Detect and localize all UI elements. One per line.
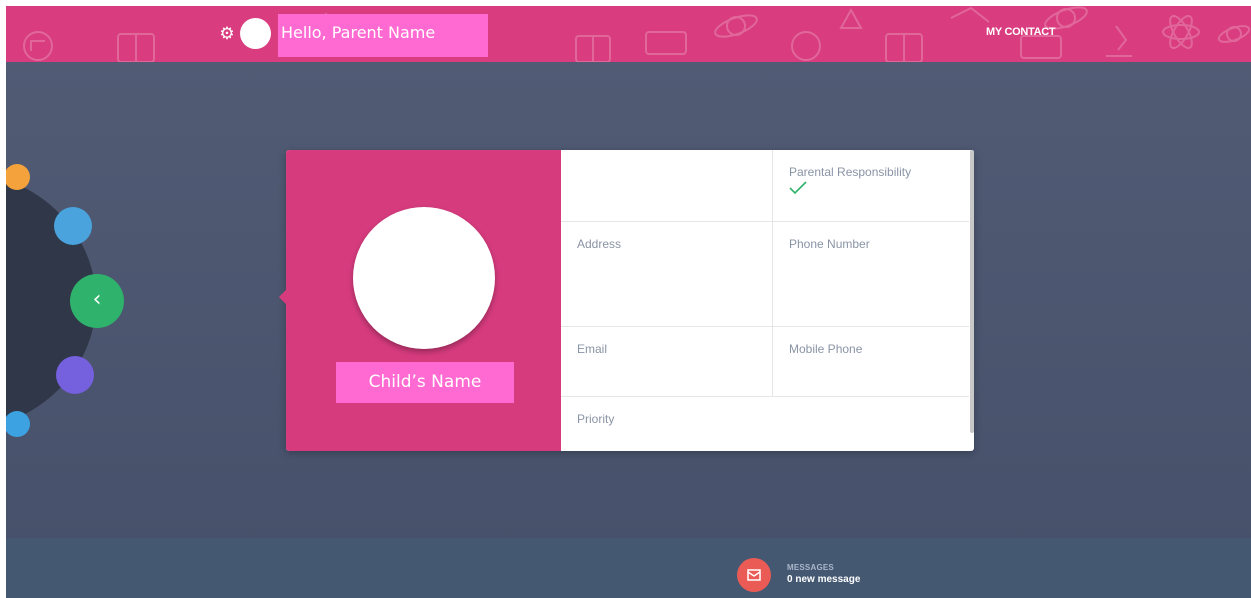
empty-cell — [561, 150, 773, 222]
child-panel: Child’s Name — [286, 150, 561, 451]
parental-responsibility-label: Parental Responsibility — [789, 165, 912, 179]
priority-label: Priority — [577, 412, 615, 426]
mail-icon — [747, 569, 761, 581]
messages-count: 0 new message — [787, 574, 861, 585]
child-selector-orange-dot[interactable] — [6, 164, 30, 190]
parent-greeting[interactable]: Hello, Parent Name — [278, 14, 488, 57]
header-doodle-pattern — [23, 6, 1251, 62]
top-header: ⚙ Hello, Parent Name MY CONTACT — [6, 6, 1251, 62]
child-name: Child’s Name — [336, 362, 514, 403]
previous-button[interactable]: ‹ — [70, 274, 124, 328]
priority-cell: Priority — [561, 397, 969, 451]
parental-responsibility-cell: Parental Responsibility — [773, 150, 969, 222]
address-cell: Address — [561, 222, 773, 327]
child-selector-blue-dot[interactable] — [54, 207, 92, 245]
checkmark-icon — [789, 181, 807, 195]
contact-card: Child’s Name Parental Responsibility Add… — [278, 150, 974, 451]
messages-button[interactable] — [737, 558, 771, 592]
phone-number-label: Phone Number — [789, 237, 870, 251]
email-cell: Email — [561, 327, 773, 397]
app-frame: ⚙ Hello, Parent Name MY CONTACT ‹ Child’… — [6, 6, 1251, 598]
mobile-phone-label: Mobile Phone — [789, 342, 863, 356]
gear-icon[interactable]: ⚙ — [216, 23, 238, 45]
child-selector-light-blue-dot[interactable] — [6, 411, 30, 437]
details-scrollbar[interactable] — [970, 150, 974, 433]
footer-bar: MESSAGES 0 new message — [6, 538, 1251, 598]
my-contact-link[interactable]: MY CONTACT — [986, 26, 1056, 38]
mobile-phone-cell: Mobile Phone — [773, 327, 969, 397]
messages-title: MESSAGES — [787, 563, 834, 572]
child-selector-purple-dot[interactable] — [56, 356, 94, 394]
address-label: Address — [577, 237, 622, 251]
phone-number-cell: Phone Number — [773, 222, 969, 327]
chevron-left-icon: ‹ — [92, 287, 102, 312]
email-label: Email — [577, 342, 608, 356]
parent-avatar[interactable] — [240, 18, 271, 49]
child-photo — [353, 207, 495, 349]
contact-details: Parental Responsibility Address Phone Nu… — [561, 150, 969, 451]
